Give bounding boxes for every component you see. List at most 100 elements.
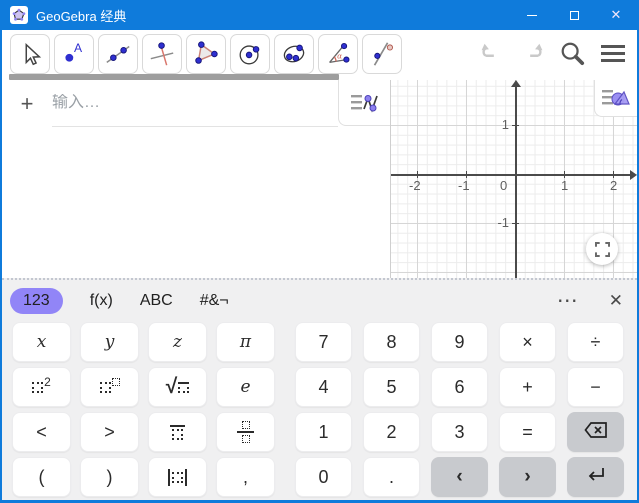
tool-buttons: A α [10, 34, 402, 74]
key-multiply[interactable]: × [499, 322, 556, 362]
key-paren-close[interactable]: ) [80, 457, 139, 497]
perpendicular-line-icon [150, 42, 174, 66]
x-axis [391, 174, 632, 176]
key-e[interactable]: e [216, 367, 275, 407]
tool-circle-center-point-button[interactable] [230, 34, 270, 74]
x-tick-mark [613, 171, 614, 178]
graphics-view[interactable]: -2 -1 0 1 2 1 -1 [391, 80, 637, 278]
keyboard-tab-fx[interactable]: f(x) [90, 288, 113, 314]
keyboard-close-icon[interactable]: ✕ [609, 291, 623, 311]
key-7[interactable]: 7 [295, 322, 352, 362]
close-icon[interactable]: ✕ [595, 0, 637, 30]
key-3[interactable]: 3 [431, 412, 488, 452]
tool-point-button[interactable]: A [54, 34, 94, 74]
conic-icon [283, 44, 305, 63]
key-pi[interactable]: π [216, 322, 275, 362]
keyboard-right-pad: 7 8 9 × ÷ 4 5 6 + − 1 2 3 = 0. ‹ › [295, 322, 624, 497]
key-enter[interactable] [567, 457, 624, 497]
key-backspace[interactable] [567, 412, 624, 452]
key-y[interactable]: y [80, 322, 139, 362]
x-tick-label: 1 [561, 178, 569, 193]
x-tick-mark [466, 171, 467, 178]
keyboard-tabs: 123 f(x) ABC #&¬ [10, 288, 229, 314]
key-sqrt[interactable]: √ [148, 367, 207, 407]
key-power[interactable] [80, 367, 139, 407]
keyboard-more-icon[interactable]: ⋯ [557, 290, 579, 311]
tool-conic-through-points-button[interactable] [274, 34, 314, 74]
app-logo-icon [10, 6, 28, 24]
redo-icon[interactable] [519, 42, 545, 69]
key-8[interactable]: 8 [363, 322, 420, 362]
x-axis-arrow [630, 170, 637, 180]
window-title: GeoGebra 经典 [36, 8, 127, 24]
keyboard-tab-abc[interactable]: ABC [140, 288, 173, 314]
key-comma[interactable]: , [216, 457, 275, 497]
key-decimal-point[interactable]: . [363, 457, 420, 497]
x-tick-label: 2 [610, 178, 618, 193]
key-less-than[interactable]: < [12, 412, 71, 452]
key-fraction[interactable] [216, 412, 275, 452]
key-6[interactable]: 6 [431, 367, 488, 407]
key-z[interactable]: z [148, 322, 207, 362]
maximize-icon[interactable] [553, 0, 595, 30]
fullscreen-button[interactable] [586, 233, 618, 265]
key-1[interactable]: 1 [295, 412, 352, 452]
add-expression-button[interactable]: + [2, 91, 52, 117]
key-minus[interactable]: − [567, 367, 624, 407]
key-0[interactable]: 0 [295, 457, 352, 497]
x-tick-label: -1 [458, 178, 470, 193]
key-square[interactable]: 2 [12, 367, 71, 407]
menu-icon[interactable] [599, 41, 627, 70]
key-divide[interactable]: ÷ [567, 322, 624, 362]
algebra-input[interactable] [52, 94, 338, 112]
x-tick-label: -2 [409, 178, 421, 193]
tool-angle-button[interactable]: α [318, 34, 358, 74]
keyboard-tab-[interactable]: #&¬ [200, 288, 229, 314]
angle-icon: α [329, 42, 350, 64]
key-2[interactable]: 2 [363, 412, 420, 452]
tool-line-button[interactable] [98, 34, 138, 74]
algebra-view: + [2, 80, 391, 278]
circle-icon [239, 45, 260, 65]
toolbar: A α [2, 30, 637, 80]
y-axis [515, 85, 517, 278]
key-4[interactable]: 4 [295, 367, 352, 407]
key-paren-open[interactable]: ( [12, 457, 71, 497]
cursor-arrow-icon [25, 42, 42, 66]
undo-icon[interactable] [479, 42, 505, 69]
tool-reflection-button[interactable] [362, 34, 402, 74]
y-axis-arrow [511, 80, 521, 87]
tool-polygon-button[interactable] [186, 34, 226, 74]
polygon-icon [195, 41, 218, 64]
key-recurring-decimal[interactable] [148, 412, 207, 452]
key-equals[interactable]: = [499, 412, 556, 452]
key-x[interactable]: x [12, 322, 71, 362]
titlebar: GeoGebra 经典 ✕ [2, 0, 637, 30]
keyboard-left-pad: x y z π 2 √ e < >(), [12, 322, 275, 497]
key-cursor-right[interactable]: › [499, 457, 556, 497]
y-tick-mark [512, 125, 519, 126]
graphics-stylebar-button[interactable] [594, 80, 637, 117]
tool-perpendicular-line-button[interactable] [142, 34, 182, 74]
svg-text:α: α [337, 52, 342, 61]
key-cursor-left[interactable]: ‹ [431, 457, 488, 497]
reflection-icon [373, 42, 394, 66]
key-greater-than[interactable]: > [80, 412, 139, 452]
algebra-stylebar-button[interactable] [338, 80, 390, 126]
search-icon[interactable] [559, 40, 585, 71]
key-abs[interactable] [148, 457, 207, 497]
algebra-input-row: + [2, 80, 390, 127]
graphics-stylebar-icon [602, 90, 630, 106]
x-tick-mark [564, 171, 565, 178]
tool-move-button[interactable] [10, 34, 50, 74]
point-icon: A [65, 41, 83, 62]
line-icon [106, 45, 130, 64]
minimize-icon[interactable] [511, 0, 553, 30]
algebra-stylebar-icon [350, 94, 378, 113]
key-plus[interactable]: + [499, 367, 556, 407]
svg-text:A: A [74, 41, 83, 55]
keyboard-tab-123[interactable]: 123 [10, 288, 63, 314]
fullscreen-icon [594, 241, 610, 257]
key-9[interactable]: 9 [431, 322, 488, 362]
key-5[interactable]: 5 [363, 367, 420, 407]
